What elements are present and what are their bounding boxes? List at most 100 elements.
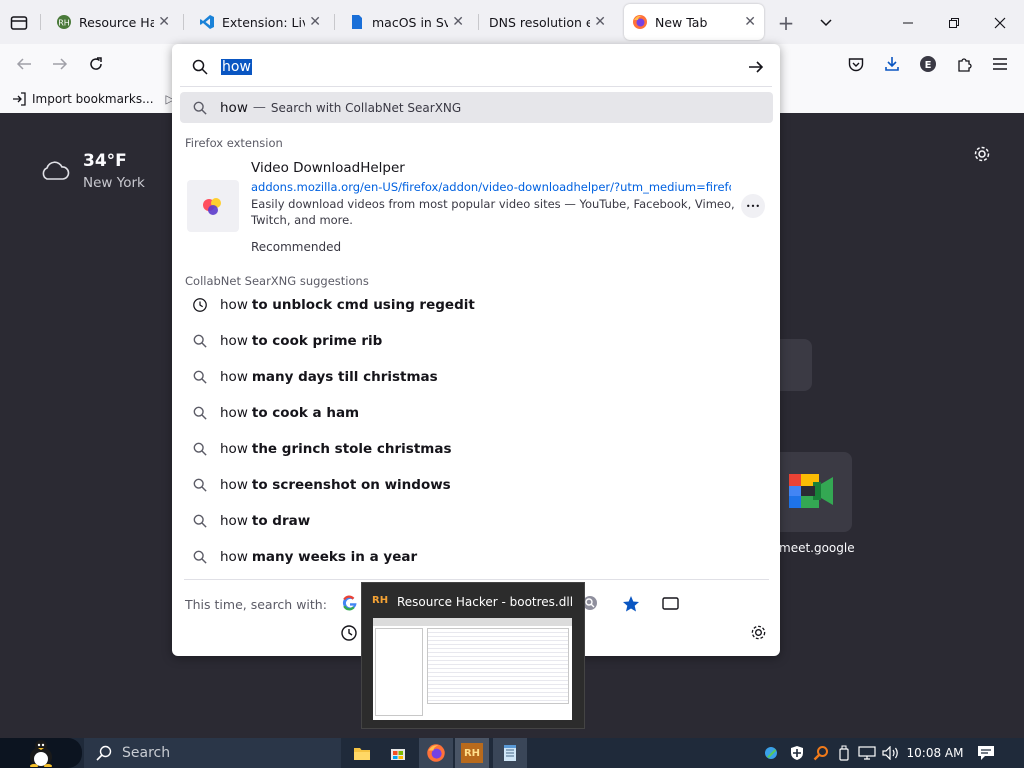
search-settings-gear-icon[interactable] xyxy=(750,624,767,645)
search-icon xyxy=(180,370,220,384)
firefox-view-icon[interactable] xyxy=(8,12,30,34)
search-icon xyxy=(96,745,112,761)
tab-new-tab[interactable]: New Tab ✕ xyxy=(624,4,764,40)
bookmarks-star-icon[interactable] xyxy=(622,595,640,617)
hamburger-menu-icon[interactable] xyxy=(990,54,1010,74)
start-button[interactable] xyxy=(0,738,82,768)
import-bookmarks-button[interactable]: Import bookmarks... xyxy=(12,92,154,106)
suggestion-prefix: how xyxy=(220,333,248,349)
tab-dns-error[interactable]: DNS resolution error ✕ xyxy=(481,4,614,40)
tab-separator xyxy=(334,14,335,30)
video-downloadhelper-icon xyxy=(187,180,239,232)
search-icon xyxy=(180,442,220,456)
close-icon[interactable]: ✕ xyxy=(590,14,606,30)
close-icon[interactable]: ✕ xyxy=(154,14,170,30)
preview-thumbnail xyxy=(373,618,572,720)
resource-hacker-logo: RH xyxy=(461,743,483,763)
suggestion-prefix: how xyxy=(220,441,248,457)
suggestion-row[interactable]: how to unblock cmd using regedit xyxy=(180,288,773,322)
shortcut-tile-partial[interactable] xyxy=(780,339,812,391)
history-clock-icon xyxy=(180,297,220,313)
shortcut-tile-meet[interactable] xyxy=(777,452,852,532)
svg-text:RH: RH xyxy=(58,19,70,28)
urlbar[interactable]: how xyxy=(180,48,772,86)
search-query: how xyxy=(220,99,248,116)
suggestion-prefix: how xyxy=(220,405,248,421)
close-icon[interactable]: ✕ xyxy=(740,14,756,30)
settings-gear-icon[interactable] xyxy=(973,145,991,167)
urlbar-input[interactable]: how xyxy=(221,59,252,75)
tab-title: Extension: Live S xyxy=(222,14,305,30)
list-tabs-chevron-icon[interactable] xyxy=(815,12,837,34)
close-icon[interactable]: ✕ xyxy=(448,14,464,30)
pocket-icon[interactable] xyxy=(845,54,867,74)
account-avatar-icon[interactable]: E xyxy=(918,54,938,74)
new-tab-plus-icon[interactable]: + xyxy=(775,11,797,35)
taskbar-search-placeholder: Search xyxy=(122,745,171,761)
tab-resource-hacker[interactable]: RH Resource Hacke ✕ xyxy=(48,4,178,40)
group-label-suggestions: CollabNet SearXNG suggestions xyxy=(185,274,369,288)
suggestion-row[interactable]: how the grinch stole christmas xyxy=(180,432,773,466)
tab-macos-svelte[interactable]: macOS in Svelte ✕ xyxy=(341,4,472,40)
search-engine-label: Search with CollabNet SearXNG xyxy=(270,100,462,115)
suggestion-row[interactable]: how many weeks in a year xyxy=(180,540,773,574)
suggestion-row[interactable]: how many days till christmas xyxy=(180,360,773,394)
suggestion-completion: to cook prime rib xyxy=(251,333,383,349)
tray-network-globe-icon[interactable] xyxy=(760,738,782,768)
suggestion-row[interactable]: how to cook a ham xyxy=(180,396,773,430)
extension-description-line2: Twitch, and more. xyxy=(251,213,353,227)
restore-icon[interactable] xyxy=(943,12,965,34)
notepad-icon[interactable] xyxy=(493,738,527,768)
action-center-icon[interactable] xyxy=(972,738,1000,768)
store-icon[interactable] xyxy=(384,738,412,768)
taskbar-resource-hacker[interactable]: RH xyxy=(455,738,489,768)
history-clock-icon[interactable] xyxy=(340,624,358,646)
tray-search-magnifier-icon[interactable] xyxy=(810,738,832,768)
tray-usb-icon[interactable] xyxy=(834,738,854,768)
extension-result[interactable]: Video DownloadHelper addons.mozilla.org/… xyxy=(180,154,773,260)
tab-extension-live[interactable]: Extension: Live S ✕ xyxy=(191,4,329,40)
taskbar-search-box[interactable]: Search xyxy=(84,738,341,768)
file-explorer-icon[interactable] xyxy=(348,738,376,768)
suggestion-row[interactable]: how to draw xyxy=(180,504,773,538)
taskbar-clock[interactable]: 10:08 AM xyxy=(906,738,964,768)
close-icon[interactable]: ✕ xyxy=(305,14,321,30)
weather-city: New York xyxy=(83,175,145,191)
suggestion-completion: to cook a ham xyxy=(251,405,360,421)
tab-title: DNS resolution error xyxy=(489,14,591,30)
thumbnail-tree xyxy=(375,628,423,716)
google-engine-icon[interactable] xyxy=(342,595,358,615)
search-with-label: This time, search with: xyxy=(185,597,327,612)
extensions-puzzle-icon[interactable] xyxy=(954,54,974,74)
close-window-icon[interactable] xyxy=(989,12,1011,34)
search-icon xyxy=(180,334,220,348)
suggestion-row[interactable]: how to cook prime rib xyxy=(180,324,773,358)
back-arrow-icon[interactable] xyxy=(14,54,34,74)
minimize-icon[interactable] xyxy=(897,12,919,34)
em-dash: — xyxy=(252,100,266,115)
search-icon xyxy=(180,514,220,528)
tabs-icon[interactable] xyxy=(662,597,679,614)
google-meet-icon xyxy=(789,474,835,512)
tray-network-icon[interactable] xyxy=(856,738,878,768)
search-with-engine-row[interactable]: how — Search with CollabNet SearXNG xyxy=(180,92,773,123)
downloads-icon[interactable] xyxy=(881,54,903,74)
taskbar-window-preview[interactable]: RH Resource Hacker - bootres.dll xyxy=(361,582,585,729)
reload-icon[interactable] xyxy=(86,54,106,74)
taskbar: Search RH 10:08 AM xyxy=(0,738,1024,768)
tab-title: Resource Hacke xyxy=(79,14,155,30)
thumbnail-toolbar xyxy=(373,618,572,626)
tab-separator xyxy=(478,14,479,30)
taskbar-firefox[interactable] xyxy=(419,738,453,768)
suggestion-completion: the grinch stole christmas xyxy=(251,441,452,457)
shortcut-label: meet.google xyxy=(779,541,855,555)
tray-volume-icon[interactable] xyxy=(880,738,902,768)
divider xyxy=(184,579,769,580)
forward-arrow-icon[interactable] xyxy=(50,54,70,74)
suggestion-row[interactable]: how to screenshot on windows xyxy=(180,468,773,502)
more-options-icon[interactable]: ••• xyxy=(741,194,765,218)
go-arrow-icon[interactable] xyxy=(748,60,764,74)
svg-text:E: E xyxy=(925,60,932,71)
extension-url[interactable]: addons.mozilla.org/en-US/firefox/addon/v… xyxy=(251,180,731,194)
tray-security-shield-icon[interactable] xyxy=(786,738,808,768)
